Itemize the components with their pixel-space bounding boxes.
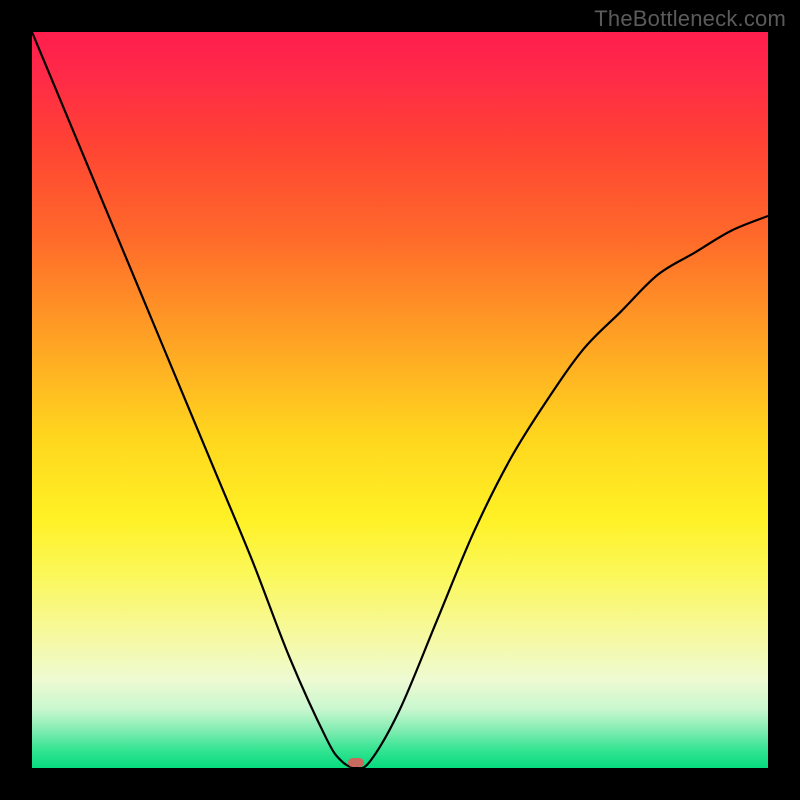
plot-area (32, 32, 768, 768)
optimum-marker (348, 758, 364, 767)
chart-frame: TheBottleneck.com (0, 0, 800, 800)
bottleneck-curve (32, 32, 768, 768)
watermark-text: TheBottleneck.com (594, 6, 786, 32)
